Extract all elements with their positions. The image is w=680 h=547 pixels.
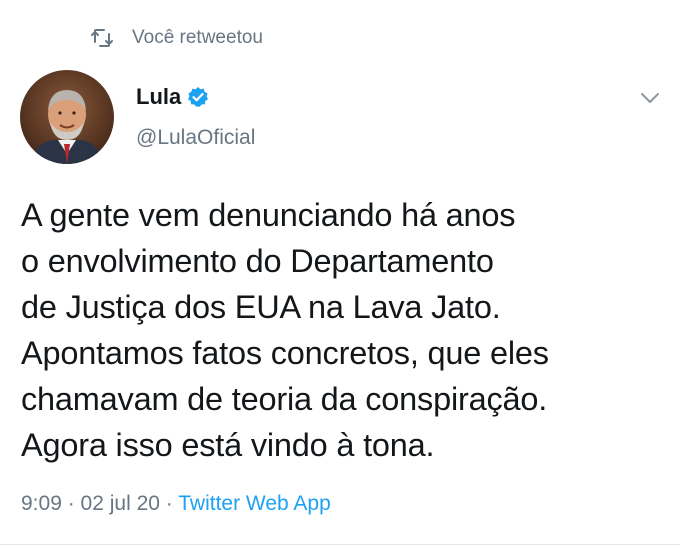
tweet-line: A gente vem denunciando há anos (21, 197, 516, 233)
retweet-icon (90, 28, 114, 48)
author-name[interactable]: Lula (136, 84, 181, 110)
author-name-row[interactable]: Lula (136, 84, 209, 110)
tweet-line: o envolvimento do Departamento (21, 243, 494, 279)
author-handle[interactable]: @LulaOficial (136, 126, 255, 150)
tweet-screenshot: Você retweetou Lula @LulaOficial A gente… (0, 0, 680, 547)
divider (0, 544, 680, 545)
tweet-time[interactable]: 9:09 (21, 492, 62, 515)
tweet-text: A gente vem denunciando há anos o envolv… (21, 192, 671, 468)
retweet-indicator: Você retweetou (90, 22, 263, 54)
tweet-line: de Justiça dos EUA na Lava Jato. (21, 289, 501, 325)
chevron-down-icon[interactable] (638, 86, 662, 110)
verified-badge-icon (187, 86, 209, 108)
tweet-line: chamavam de teoria da conspiração. (21, 381, 548, 417)
tweet-date[interactable]: 02 jul 20 (81, 492, 160, 515)
meta-separator: · (61, 492, 81, 515)
tweet-line: Agora isso está vindo à tona. (21, 427, 435, 463)
tweet-source-link[interactable]: Twitter Web App (178, 492, 331, 515)
tweet-meta: 9:09 · 02 jul 20 · Twitter Web App (21, 492, 331, 516)
meta-separator: · (159, 492, 179, 515)
avatar[interactable] (20, 70, 114, 164)
tweet-line: Apontamos fatos concretos, que eles (21, 335, 549, 371)
retweet-label: Você retweetou (132, 27, 263, 48)
